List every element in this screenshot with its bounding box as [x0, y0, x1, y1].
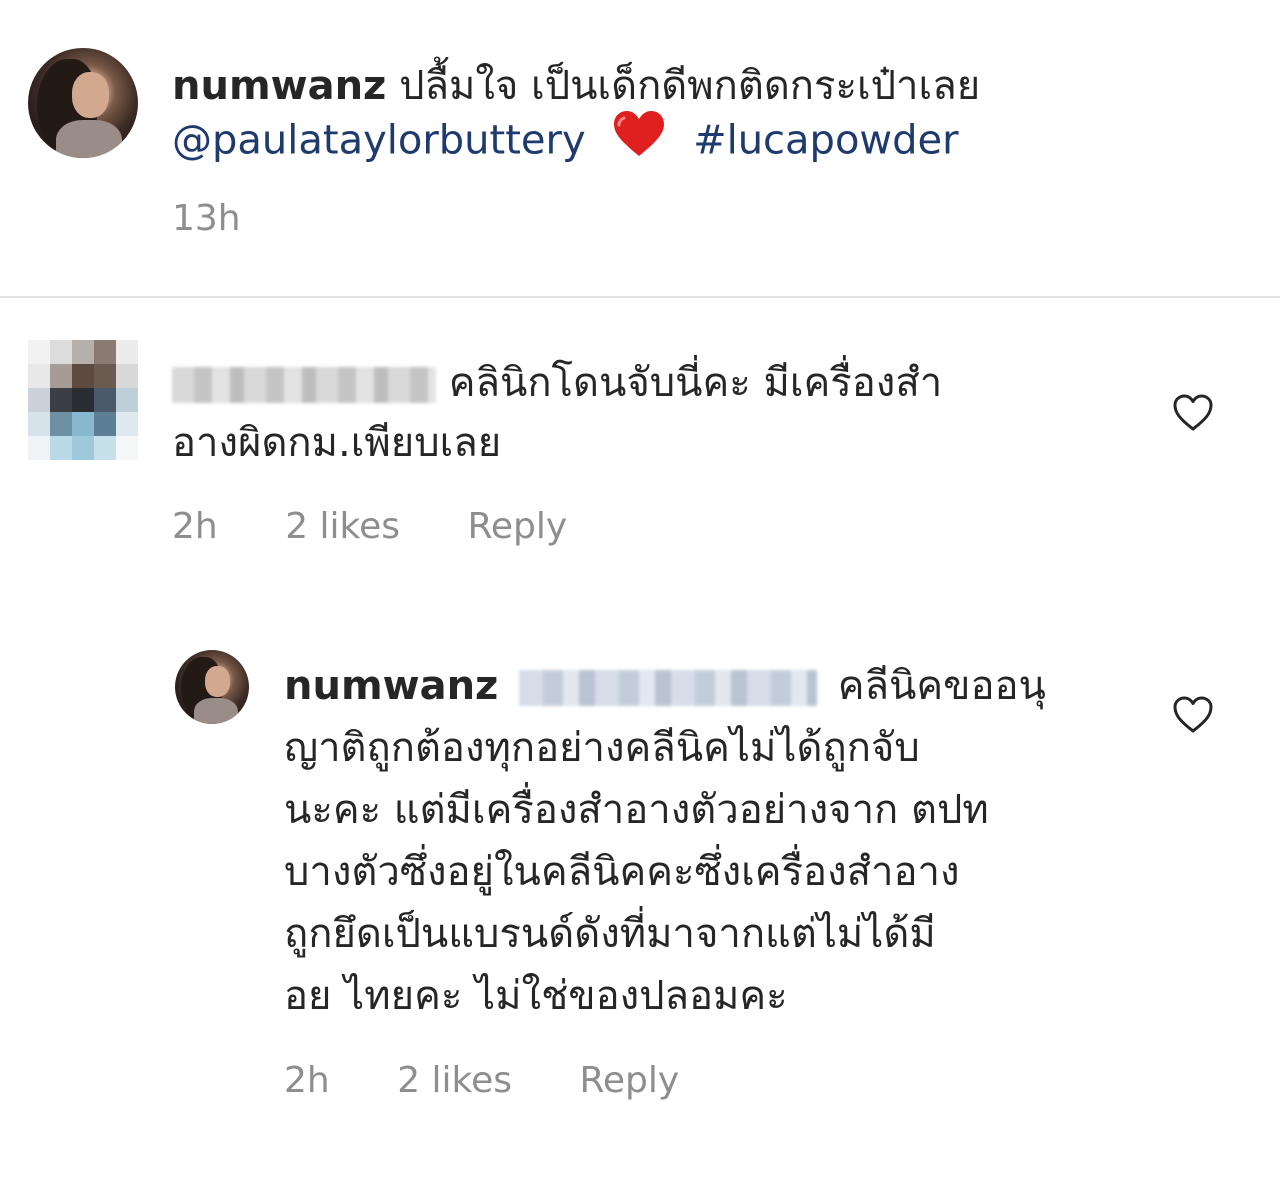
heart-outline-icon	[1173, 696, 1213, 733]
comment-2-line-1: numwanz คลีนิคขออนุ	[284, 656, 1046, 716]
caption-meta: 13h	[172, 198, 297, 239]
avatar-face	[72, 72, 110, 119]
comment-1-reply-button[interactable]: Reply	[467, 506, 567, 547]
comment-2-line-4: บางตัวซึ่งอยู่ในคลีนิคคะซึ่งเครื่องสำอาง	[284, 842, 960, 902]
comment-1-redacted-username	[172, 367, 436, 403]
comment-2-meta: 2h 2 likes Reply	[284, 1060, 735, 1101]
caption-line-2: @paulataylorbuttery #lucapowder	[172, 110, 959, 175]
comment-2-text-6: อย ไทยคะ ไม่ใช่ของปลอมคะ	[284, 973, 788, 1019]
comment-2-text-4: บางตัวซึ่งอยู่ในคลีนิคคะซึ่งเครื่องสำอาง	[284, 849, 960, 895]
comment-2-line-5: ถูกยึดเป็นแบรนด์ดังที่มาจากแต่ไม่ได้มี	[284, 904, 936, 964]
heart-emoji	[612, 110, 666, 175]
comment-2-reply-button[interactable]: Reply	[579, 1060, 679, 1101]
comment-2-line-2: ญาติถูกต้องทุกอย่างคลีนิคไม่ได้ถูกจับ	[284, 718, 920, 778]
comment-2-text-5: ถูกยึดเป็นแบรนด์ดังที่มาจากแต่ไม่ได้มี	[284, 911, 936, 957]
avatar-body	[193, 698, 238, 724]
caption-text: ปลื้มใจ เป็นเด็กดีพกติดกระเป๋าเลย	[399, 63, 981, 109]
comment-2-line-6: อย ไทยคะ ไม่ใช่ของปลอมคะ	[284, 966, 788, 1026]
comment-2-avatar[interactable]	[175, 650, 249, 724]
heart-outline-icon	[1173, 394, 1213, 431]
comment-1-text-2: อางผิดกม.เพียบเลย	[172, 420, 502, 466]
comment-1-like-button[interactable]	[1172, 393, 1214, 433]
caption-line-1: numwanz ปลื้มใจ เป็นเด็กดีพกติดกระเป๋าเล…	[172, 56, 980, 116]
comment-2-text-1: คลีนิคขออนุ	[837, 663, 1046, 709]
divider	[0, 296, 1280, 298]
comment-1-line-1: คลินิกโดนจับนี่คะ มีเครื่องสำ	[172, 353, 942, 413]
comment-1-likes[interactable]: 2 likes	[285, 506, 400, 547]
comment-1-line-2: อางผิดกม.เพียบเลย	[172, 413, 501, 473]
caption-time: 13h	[172, 198, 241, 239]
avatar-body	[55, 119, 122, 158]
caption-hashtag[interactable]: #lucapowder	[693, 118, 959, 164]
comment-2-like-button[interactable]	[1172, 695, 1214, 735]
comment-2-time: 2h	[284, 1060, 330, 1101]
comment-1-text-1: คลินิกโดนจับนี่คะ มีเครื่องสำ	[448, 360, 943, 406]
comment-1-avatar[interactable]	[28, 340, 138, 460]
comment-2-username[interactable]: numwanz	[284, 663, 498, 709]
comment-2-text-3: นะคะ แต่มีเครื่องสำอางตัวอย่างจาก ตปท	[284, 787, 989, 833]
comment-2-likes[interactable]: 2 likes	[397, 1060, 512, 1101]
caption-avatar[interactable]	[28, 48, 138, 158]
comment-2-text-2: ญาติถูกต้องทุกอย่างคลีนิคไม่ได้ถูกจับ	[284, 725, 920, 771]
comment-2-redacted-mention	[519, 670, 818, 706]
comment-2-line-3: นะคะ แต่มีเครื่องสำอางตัวอย่างจาก ตปท	[284, 780, 989, 840]
caption-username[interactable]: numwanz	[172, 63, 386, 109]
comment-1-time: 2h	[172, 506, 218, 547]
avatar-face	[204, 666, 230, 698]
caption-mention[interactable]: @paulataylorbuttery	[172, 118, 586, 164]
comment-1-meta: 2h 2 likes Reply	[172, 506, 623, 547]
